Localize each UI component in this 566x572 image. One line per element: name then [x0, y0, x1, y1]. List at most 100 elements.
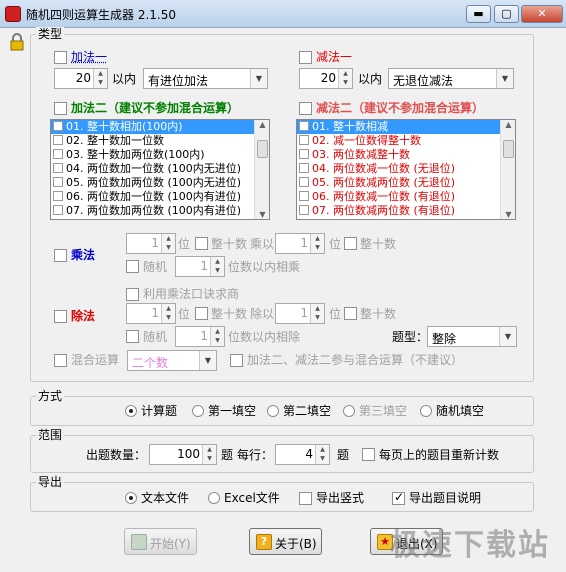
- add2-list-item[interactable]: 04. 两位数加一位数 (100内无进位): [51, 162, 269, 176]
- recount-checkbox[interactable]: [362, 448, 375, 461]
- spin-arrows-icon[interactable]: ▲ ▼: [315, 445, 329, 464]
- close-button[interactable]: ✕: [521, 5, 563, 23]
- vertical-checkbox[interactable]: [299, 492, 312, 505]
- mul-whole1-checkbox[interactable]: [195, 237, 208, 250]
- div-use-mul-checkbox[interactable]: [126, 288, 139, 301]
- div-wei2-label: 位: [329, 307, 342, 321]
- sub2-list[interactable]: 01. 整十数相减 02. 减一位数得整十数 03. 两位数减整十数 04. 两…: [296, 119, 516, 220]
- sub2-list-item[interactable]: 01. 整十数相减: [297, 120, 515, 134]
- export-option-label: 文本文件: [141, 491, 190, 505]
- sub2-list-item[interactable]: 02. 减一位数得整十数: [297, 134, 515, 148]
- about-button[interactable]: ? 关于(B): [249, 528, 322, 555]
- spin-arrows-icon[interactable]: ▲ ▼: [93, 69, 107, 88]
- div-digits1-stepper[interactable]: 1 ▲ ▼: [126, 303, 176, 324]
- sub2-scrollbar[interactable]: ▲ ▼: [500, 120, 515, 219]
- add2-list-item[interactable]: 02. 整十数加一位数: [51, 134, 269, 148]
- mul-digits1-value: 1: [151, 236, 159, 250]
- sub1-range-value: 20: [320, 71, 336, 85]
- div-random-label: 随机: [143, 330, 168, 344]
- minimize-button[interactable]: ▬: [466, 5, 491, 23]
- spin-arrows-icon[interactable]: ▲ ▼: [338, 69, 352, 88]
- sub1-checkbox[interactable]: [299, 51, 312, 64]
- mul-digits2-stepper[interactable]: 1 ▲ ▼: [275, 233, 325, 254]
- chevron-down-icon[interactable]: ▼: [199, 351, 216, 370]
- mode-radio-2[interactable]: [267, 405, 279, 417]
- export-radio-1[interactable]: [208, 492, 220, 504]
- mode-option-label: 第一填空: [208, 404, 257, 418]
- count-stepper[interactable]: 100 ▲ ▼: [149, 444, 217, 465]
- div-whole2-checkbox[interactable]: [344, 307, 357, 320]
- sub2-checkbox[interactable]: [299, 102, 312, 115]
- add2-list-item[interactable]: 03. 整十数加两位数(100内): [51, 148, 269, 162]
- sub2-list-item[interactable]: 07. 两位数减两位数 (有退位): [297, 204, 515, 218]
- mixed-include-checkbox[interactable]: [230, 354, 243, 367]
- mode-radio-0[interactable]: [125, 405, 137, 417]
- mul-whole2-checkbox[interactable]: [344, 237, 357, 250]
- spin-arrows-icon[interactable]: ▲ ▼: [202, 445, 216, 464]
- mul-checkbox[interactable]: [54, 249, 67, 262]
- sub2-list-item[interactable]: 04. 两位数减一位数 (无退位): [297, 162, 515, 176]
- mixed-note-label: 加法二、减法二参与混合运算（不建议）: [247, 353, 464, 367]
- mode-radio-4[interactable]: [420, 405, 432, 417]
- export-radio-0[interactable]: [125, 492, 137, 504]
- div-qtype-combo[interactable]: 整除 ▼: [427, 326, 517, 347]
- sub2-list-item[interactable]: 05. 两位数减两位数 (无退位): [297, 176, 515, 190]
- spin-arrows-icon[interactable]: ▲ ▼: [310, 234, 324, 253]
- per-row-stepper[interactable]: 4 ▲ ▼: [275, 444, 330, 465]
- mixed-count-combo[interactable]: 二个数 ▼: [127, 350, 217, 371]
- mixed-checkbox[interactable]: [54, 354, 67, 367]
- explain-checkbox[interactable]: [392, 490, 405, 505]
- add1-range-value: 20: [75, 71, 91, 85]
- add2-list-item[interactable]: 07. 两位数加两位数 (100内有进位): [51, 204, 269, 218]
- spin-arrows-icon[interactable]: ▲ ▼: [310, 304, 324, 323]
- mul-random-value: 1: [200, 259, 208, 273]
- sub2-list-item[interactable]: 03. 两位数减整十数: [297, 148, 515, 162]
- maximize-button[interactable]: ▢: [494, 5, 519, 23]
- chevron-down-icon[interactable]: ▼: [499, 327, 516, 346]
- start-button[interactable]: 开始(Y): [124, 528, 197, 555]
- count-label: 出题数量：: [86, 448, 147, 462]
- about-button-label: 关于(B): [275, 537, 317, 551]
- mul-random-stepper[interactable]: 1 ▲ ▼: [175, 256, 225, 277]
- mul-digits2-value: 1: [300, 236, 308, 250]
- add2-list[interactable]: 01. 整十数相加(100内) 02. 整十数加一位数 03. 整十数加两位数(…: [50, 119, 270, 220]
- sub1-range-stepper[interactable]: 20 ▲ ▼: [299, 68, 353, 89]
- per-row-unit-label: 题: [337, 448, 350, 462]
- div-whole1-label: 整十数: [211, 307, 248, 321]
- mul-wei2-label: 位: [329, 237, 342, 251]
- mul-digits1-stepper[interactable]: 1 ▲ ▼: [126, 233, 176, 254]
- sub1-type-combo[interactable]: 无退位减法 ▼: [388, 68, 514, 89]
- app-icon: [5, 6, 21, 22]
- chevron-down-icon[interactable]: ▼: [250, 69, 267, 88]
- add2-list-item[interactable]: 05. 两位数加两位数 (100内无进位): [51, 176, 269, 190]
- type-group-title: 类型: [36, 27, 65, 41]
- div-qtype-value: 整除: [432, 332, 457, 346]
- mode-radio-3[interactable]: [343, 405, 355, 417]
- add2-list-item[interactable]: 06. 两位数加一位数 (100内有进位): [51, 190, 269, 204]
- div-whole1-checkbox[interactable]: [195, 307, 208, 320]
- spin-arrows-icon[interactable]: ▲ ▼: [161, 234, 175, 253]
- div-random-stepper[interactable]: 1 ▲ ▼: [175, 326, 225, 347]
- sub1-label: 减法一: [316, 50, 353, 64]
- add1-checkbox[interactable]: [54, 51, 67, 64]
- lock-icon[interactable]: [8, 33, 26, 51]
- div-digits2-stepper[interactable]: 1 ▲ ▼: [275, 303, 325, 324]
- spin-arrows-icon[interactable]: ▲ ▼: [210, 257, 224, 276]
- add1-type-combo[interactable]: 有进位加法 ▼: [143, 68, 268, 89]
- chevron-down-icon[interactable]: ▼: [496, 69, 513, 88]
- spin-arrows-icon[interactable]: ▲ ▼: [210, 327, 224, 346]
- add2-checkbox[interactable]: [54, 102, 67, 115]
- add1-range-stepper[interactable]: 20 ▲ ▼: [54, 68, 108, 89]
- spin-arrows-icon[interactable]: ▲ ▼: [161, 304, 175, 323]
- mixed-count-value: 二个数: [132, 356, 169, 370]
- add2-list-item[interactable]: 01. 整十数相加(100内): [51, 120, 269, 134]
- sub2-list-item[interactable]: 06. 两位数减一位数 (有退位): [297, 190, 515, 204]
- mul-random-checkbox[interactable]: [126, 260, 139, 273]
- add2-scrollbar[interactable]: ▲ ▼: [254, 120, 269, 219]
- div-checkbox[interactable]: [54, 310, 67, 323]
- sub1-type-value: 无退位减法: [393, 74, 454, 88]
- per-row-value: 4: [305, 447, 313, 461]
- div-random-checkbox[interactable]: [126, 330, 139, 343]
- mode-option-label: 随机填空: [436, 404, 485, 418]
- mode-radio-1[interactable]: [192, 405, 204, 417]
